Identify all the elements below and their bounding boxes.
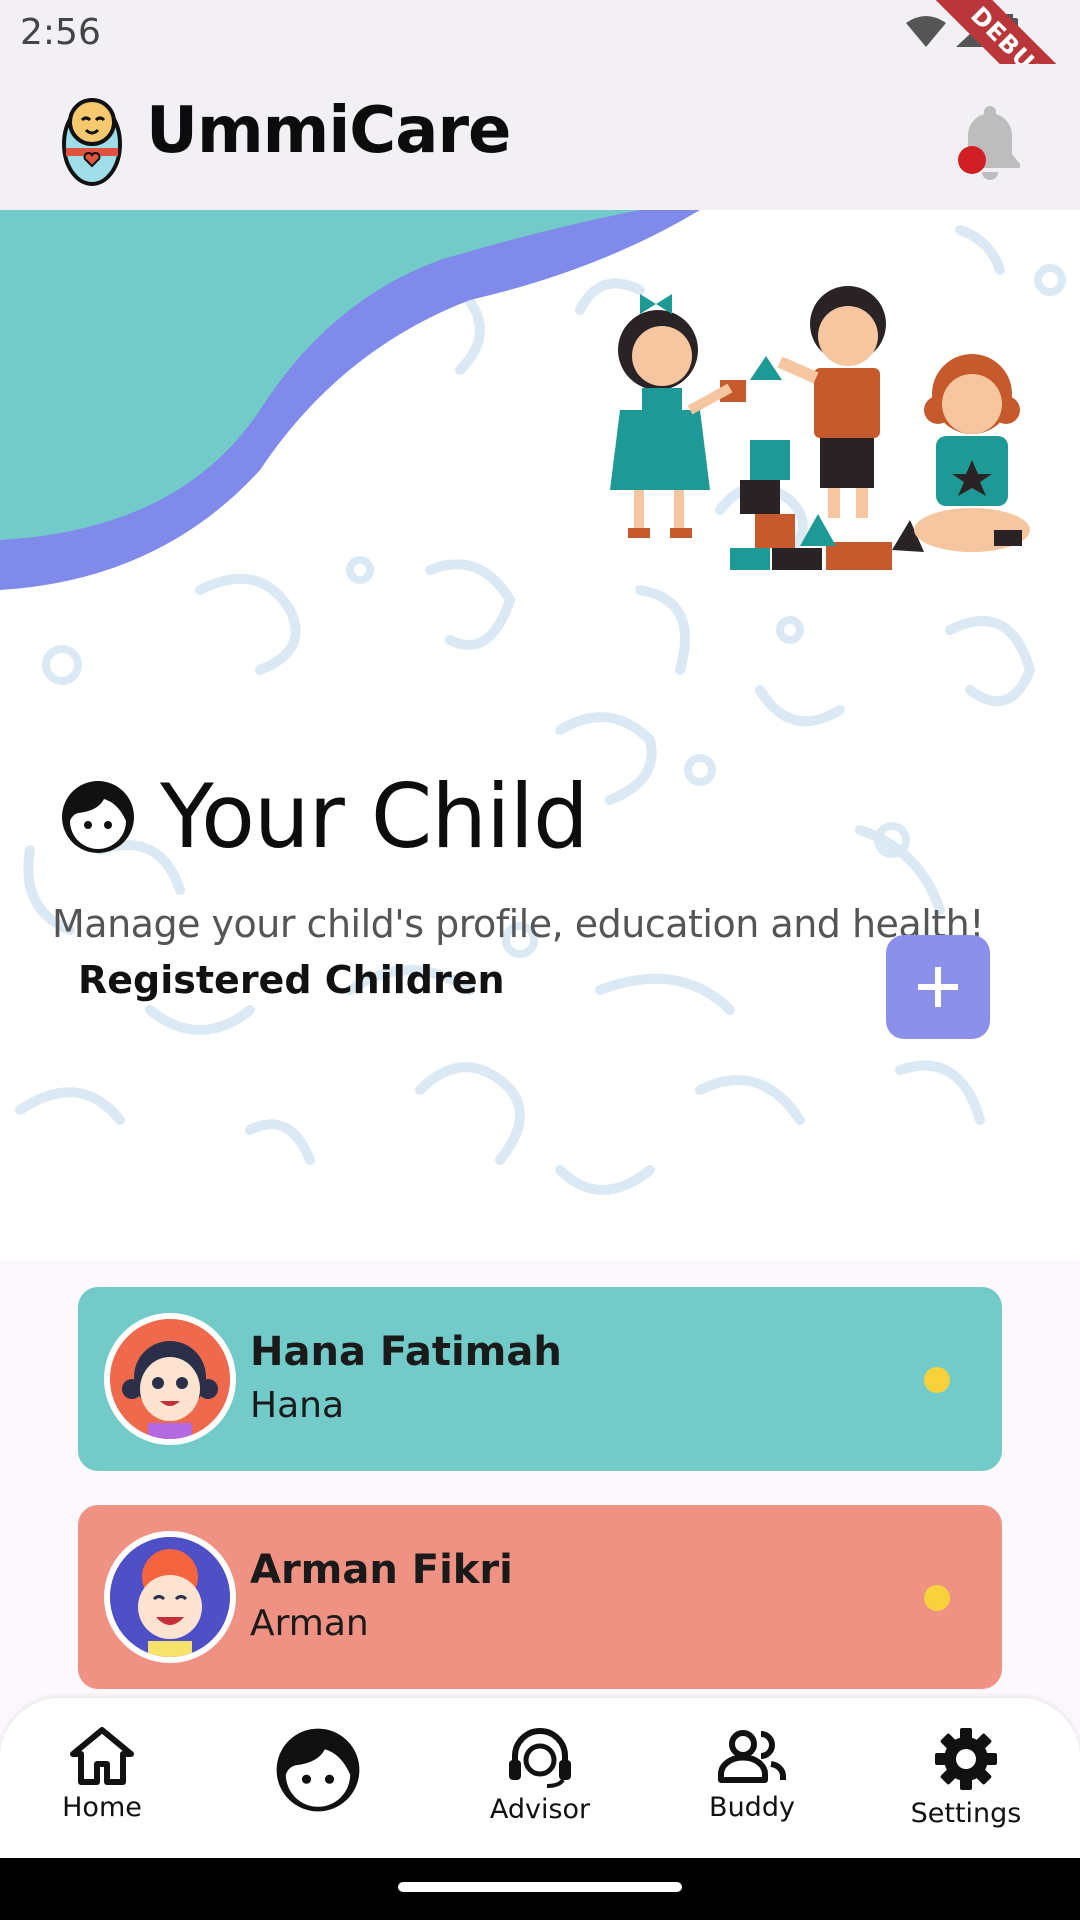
app-bar: UmmiCare xyxy=(0,64,1080,210)
nav-label: Settings xyxy=(910,1798,1022,1829)
plus-icon xyxy=(918,967,958,1007)
notification-badge xyxy=(958,146,986,174)
child-name: Arman Fikri xyxy=(250,1547,513,1593)
home-icon xyxy=(70,1727,134,1785)
bottom-navigation: Home Advisor Buddy Settings xyxy=(0,1698,1080,1858)
status-dot xyxy=(924,1367,950,1393)
boy-avatar-icon xyxy=(110,1537,230,1657)
child-face-icon xyxy=(62,780,134,853)
section-heading: Your Child xyxy=(58,765,589,868)
status-time: 2:56 xyxy=(20,12,101,53)
add-child-button[interactable] xyxy=(886,935,990,1039)
page-title: Your Child xyxy=(160,765,589,868)
nav-label: Advisor xyxy=(489,1794,591,1825)
people-icon xyxy=(718,1730,787,1783)
baby-swaddle-logo-icon xyxy=(62,98,122,186)
child-card-arman[interactable]: Arman Fikri Arman xyxy=(78,1505,1002,1689)
registered-children-label: Registered Children xyxy=(78,958,505,1002)
hero-section: Your Child Manage your child's profile, … xyxy=(0,210,1080,1260)
gear-icon xyxy=(935,1728,997,1790)
home-gesture-handle[interactable] xyxy=(398,1882,682,1892)
child-nickname: Arman xyxy=(250,1603,369,1644)
app-title: UmmiCare xyxy=(146,94,511,168)
child-nickname: Hana xyxy=(250,1385,345,1426)
headset-person-icon xyxy=(509,1728,571,1788)
child-name: Hana Fatimah xyxy=(250,1329,562,1375)
girl-avatar-icon xyxy=(110,1319,230,1439)
wifi-icon xyxy=(906,16,946,47)
children-playing-illustration xyxy=(610,286,1030,570)
child-avatar xyxy=(104,1313,236,1445)
gesture-navigation-bar xyxy=(0,1858,1080,1920)
status-bar: 2:56 DEBUG xyxy=(0,0,1080,153)
child-card-hana[interactable]: Hana Fatimah Hana xyxy=(78,1287,1002,1471)
child-avatar xyxy=(104,1531,236,1663)
nav-label: Home xyxy=(62,1792,142,1823)
status-dot xyxy=(924,1585,950,1611)
nav-label: Buddy xyxy=(709,1792,795,1823)
page-subtitle: Manage your child's profile, education a… xyxy=(52,902,985,946)
child-face-icon xyxy=(276,1728,360,1812)
